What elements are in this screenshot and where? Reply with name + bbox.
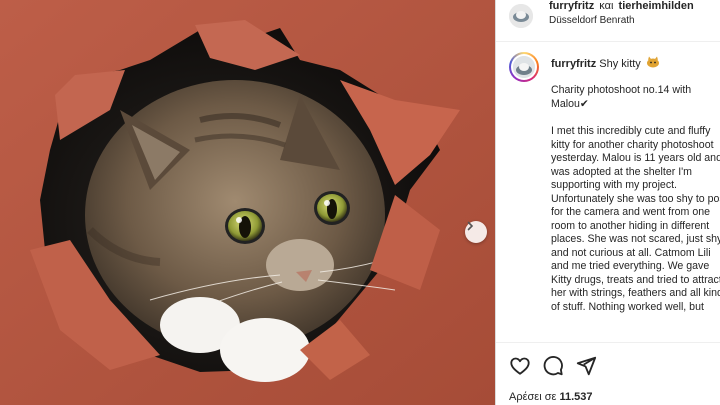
caption-header: furryfritz Shy kitty [551, 56, 660, 70]
caption-line: yesterday. Malou is 11 years old and [551, 152, 720, 164]
comment-icon [543, 356, 563, 376]
caption-text: Charity photoshoot no.14 with Malou✔ I m… [551, 84, 720, 328]
post-sidebar: furryfritz και tierheimhilden Düsseldorf… [495, 0, 720, 405]
like-button[interactable] [509, 355, 531, 377]
caption-line: Charity photoshoot no.14 with [551, 84, 692, 96]
caption-line: room to another hiding in different [551, 219, 710, 232]
post-photo[interactable] [0, 0, 495, 405]
collab-connector: και [599, 0, 614, 12]
caption-line: of stuff. Nothing worked well, but [551, 300, 704, 313]
likes-count: 11.537 [559, 391, 593, 403]
caption-title: Shy kitty [599, 58, 641, 70]
heart-icon [510, 357, 530, 375]
avatar[interactable] [509, 4, 533, 28]
chevron-right-icon [467, 221, 474, 231]
cat-emoji-icon [646, 56, 659, 68]
caption-line: I met this incredibly cute and fluffy [551, 125, 711, 137]
caption-line: and me tried everything. We gave [551, 260, 710, 272]
comment-button[interactable] [542, 355, 564, 377]
location-link[interactable]: Düsseldorf Benrath [549, 15, 635, 26]
caption-line: Kitty drugs, treats and tried to attract [551, 273, 720, 286]
avatar-image [513, 56, 535, 78]
next-photo-button[interactable] [465, 221, 487, 243]
caption-line: and not curious at all. Catmom Lili [551, 246, 711, 259]
post-header: furryfritz και tierheimhilden Düsseldorf… [496, 0, 720, 42]
likes-label: Αρέσει σε [509, 391, 557, 403]
likes-summary[interactable]: Αρέσει σε 11.537 [509, 391, 593, 403]
caption-line: kitty for another charity photoshoot [551, 138, 714, 151]
post-actions: Αρέσει σε 11.537 [496, 342, 720, 405]
post-authors: furryfritz και tierheimhilden [549, 0, 694, 12]
author-link[interactable]: furryfritz [549, 0, 594, 12]
caption-line: places. She was not scared, just shy [551, 233, 720, 245]
caption-line: supporting with my project. [551, 179, 678, 191]
share-button[interactable] [575, 355, 597, 377]
caption-line: Unfortunately she was too shy to pose [551, 192, 720, 205]
caption-avatar[interactable] [509, 52, 539, 82]
caption-username[interactable]: furryfritz [551, 58, 596, 70]
avatar-image [509, 4, 533, 28]
caption-line: Malou✔ [551, 97, 589, 110]
collaborator-link[interactable]: tierheimhilden [619, 0, 694, 12]
caption-line: was adopted at the shelter I'm [551, 165, 692, 178]
cat-photo-image [0, 0, 495, 405]
caption-line: her with strings, feathers and all kind [551, 287, 720, 299]
caption-line: for the camera and went from one [551, 206, 710, 218]
send-icon [576, 356, 597, 376]
